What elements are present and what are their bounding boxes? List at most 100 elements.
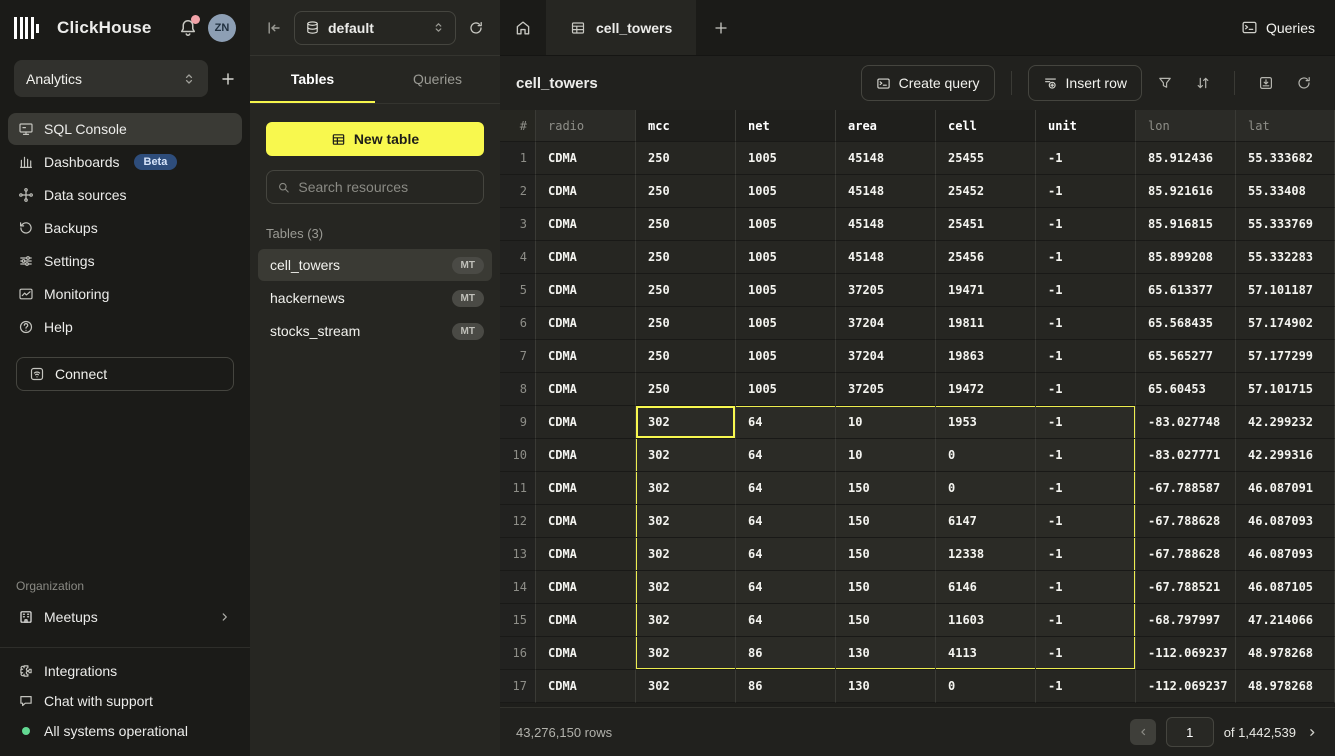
cell-mcc[interactable]: 302 bbox=[636, 637, 736, 670]
cell-lon[interactable]: -83.027748 bbox=[1136, 406, 1236, 439]
cell-radio[interactable]: CDMA bbox=[536, 439, 636, 472]
cell-net[interactable]: 1005 bbox=[736, 208, 836, 241]
cell-cell[interactable]: 19811 bbox=[936, 307, 1036, 340]
cell-mcc[interactable]: 250 bbox=[636, 142, 736, 175]
cell-radio[interactable]: CDMA bbox=[536, 604, 636, 637]
cell-mcc[interactable]: 302 bbox=[636, 505, 736, 538]
sidebar-item-dashboards[interactable]: DashboardsBeta bbox=[8, 146, 242, 178]
cell-unit[interactable]: -1 bbox=[1036, 241, 1136, 274]
cell-net[interactable]: 1005 bbox=[736, 175, 836, 208]
cell-lat[interactable]: 55.333682 bbox=[1236, 142, 1335, 175]
cell-mcc[interactable]: 250 bbox=[636, 208, 736, 241]
cell-cell[interactable]: 11603 bbox=[936, 604, 1036, 637]
cell-cell[interactable]: 25451 bbox=[936, 208, 1036, 241]
row-number[interactable]: 9 bbox=[500, 406, 536, 439]
cell-unit[interactable]: -1 bbox=[1036, 670, 1136, 703]
sidebar-item-data-sources[interactable]: Data sources bbox=[8, 179, 242, 211]
row-number[interactable]: 14 bbox=[500, 571, 536, 604]
next-page-button[interactable] bbox=[1306, 726, 1319, 739]
column-header-unit[interactable]: unit bbox=[1036, 110, 1136, 142]
cell-area[interactable]: 130 bbox=[836, 670, 936, 703]
cell-mcc[interactable]: 302 bbox=[636, 538, 736, 571]
column-header-cell[interactable]: cell bbox=[936, 110, 1036, 142]
explorer-tab-tables[interactable]: Tables bbox=[250, 56, 375, 103]
cell-net[interactable]: 1005 bbox=[736, 340, 836, 373]
row-number[interactable]: 6 bbox=[500, 307, 536, 340]
cell-cell[interactable]: 19471 bbox=[936, 274, 1036, 307]
column-header-net[interactable]: net bbox=[736, 110, 836, 142]
cell-mcc[interactable]: 302 bbox=[636, 604, 736, 637]
cell-net[interactable]: 64 bbox=[736, 406, 836, 439]
add-workspace-button[interactable] bbox=[220, 71, 236, 87]
cell-net[interactable]: 64 bbox=[736, 604, 836, 637]
cell-net[interactable]: 1005 bbox=[736, 373, 836, 406]
table-list-item-hackernews[interactable]: hackernewsMT bbox=[258, 282, 492, 314]
cell-lon[interactable]: -112.069237 bbox=[1136, 637, 1236, 670]
cell-net[interactable]: 64 bbox=[736, 472, 836, 505]
refresh-grid-button[interactable] bbox=[1289, 68, 1319, 98]
cell-lat[interactable]: 48.978268 bbox=[1236, 637, 1335, 670]
cell-mcc[interactable]: 302 bbox=[636, 406, 736, 439]
cell-lon[interactable]: -112.069237 bbox=[1136, 670, 1236, 703]
column-header-lon[interactable]: lon bbox=[1136, 110, 1236, 142]
cell-mcc[interactable]: 302 bbox=[636, 472, 736, 505]
cell-unit[interactable]: -1 bbox=[1036, 637, 1136, 670]
new-tab-button[interactable] bbox=[696, 0, 746, 55]
cell-area[interactable]: 130 bbox=[836, 637, 936, 670]
row-number[interactable]: 12 bbox=[500, 505, 536, 538]
cell-radio[interactable]: CDMA bbox=[536, 670, 636, 703]
cell-radio[interactable]: CDMA bbox=[536, 307, 636, 340]
cell-net[interactable]: 64 bbox=[736, 439, 836, 472]
cell-unit[interactable]: -1 bbox=[1036, 373, 1136, 406]
cell-cell[interactable]: 12338 bbox=[936, 538, 1036, 571]
cell-cell[interactable]: 19472 bbox=[936, 373, 1036, 406]
cell-area[interactable]: 150 bbox=[836, 472, 936, 505]
sidebar-item-integrations[interactable]: Integrations bbox=[8, 656, 242, 686]
prev-page-button[interactable] bbox=[1130, 719, 1156, 745]
cell-lat[interactable]: 47.214066 bbox=[1236, 604, 1335, 637]
sidebar-item-settings[interactable]: Settings bbox=[8, 245, 242, 277]
export-button[interactable] bbox=[1251, 68, 1281, 98]
cell-area[interactable]: 37204 bbox=[836, 307, 936, 340]
cell-lat[interactable]: 57.101715 bbox=[1236, 373, 1335, 406]
row-number[interactable]: 15 bbox=[500, 604, 536, 637]
cell-unit[interactable]: -1 bbox=[1036, 604, 1136, 637]
cell-area[interactable]: 10 bbox=[836, 406, 936, 439]
cell-lat[interactable]: 55.333769 bbox=[1236, 208, 1335, 241]
cell-lat[interactable]: 46.087091 bbox=[1236, 472, 1335, 505]
cell-area[interactable]: 45148 bbox=[836, 142, 936, 175]
cell-lat[interactable]: 42.299232 bbox=[1236, 406, 1335, 439]
row-number[interactable]: 10 bbox=[500, 439, 536, 472]
database-select[interactable]: default bbox=[294, 11, 456, 45]
cell-area[interactable]: 150 bbox=[836, 538, 936, 571]
cell-unit[interactable]: -1 bbox=[1036, 505, 1136, 538]
row-number[interactable]: 7 bbox=[500, 340, 536, 373]
cell-unit[interactable]: -1 bbox=[1036, 307, 1136, 340]
cell-radio[interactable]: CDMA bbox=[536, 208, 636, 241]
cell-mcc[interactable]: 250 bbox=[636, 340, 736, 373]
sidebar-item-meetups[interactable]: Meetups bbox=[8, 601, 242, 633]
cell-unit[interactable]: -1 bbox=[1036, 142, 1136, 175]
cell-unit[interactable]: -1 bbox=[1036, 208, 1136, 241]
notifications-button[interactable] bbox=[178, 18, 198, 38]
cell-lon[interactable]: -67.788628 bbox=[1136, 505, 1236, 538]
row-number[interactable]: 4 bbox=[500, 241, 536, 274]
row-number[interactable]: 11 bbox=[500, 472, 536, 505]
cell-area[interactable]: 37204 bbox=[836, 340, 936, 373]
cell-area[interactable]: 10 bbox=[836, 439, 936, 472]
cell-area[interactable]: 37205 bbox=[836, 274, 936, 307]
connect-button[interactable]: Connect bbox=[16, 357, 234, 391]
cell-lon[interactable]: -67.788587 bbox=[1136, 472, 1236, 505]
filter-button[interactable] bbox=[1150, 68, 1180, 98]
cell-lon[interactable]: 65.60453 bbox=[1136, 373, 1236, 406]
page-number-input[interactable] bbox=[1166, 717, 1214, 747]
cell-area[interactable]: 150 bbox=[836, 604, 936, 637]
cell-cell[interactable]: 25452 bbox=[936, 175, 1036, 208]
cell-lat[interactable]: 48.978268 bbox=[1236, 670, 1335, 703]
cell-lon[interactable]: 65.613377 bbox=[1136, 274, 1236, 307]
cell-area[interactable]: 150 bbox=[836, 571, 936, 604]
cell-net[interactable]: 64 bbox=[736, 571, 836, 604]
sidebar-item-all-systems-operational[interactable]: All systems operational bbox=[8, 716, 242, 746]
cell-cell[interactable]: 0 bbox=[936, 439, 1036, 472]
refresh-tables-button[interactable] bbox=[468, 20, 484, 36]
